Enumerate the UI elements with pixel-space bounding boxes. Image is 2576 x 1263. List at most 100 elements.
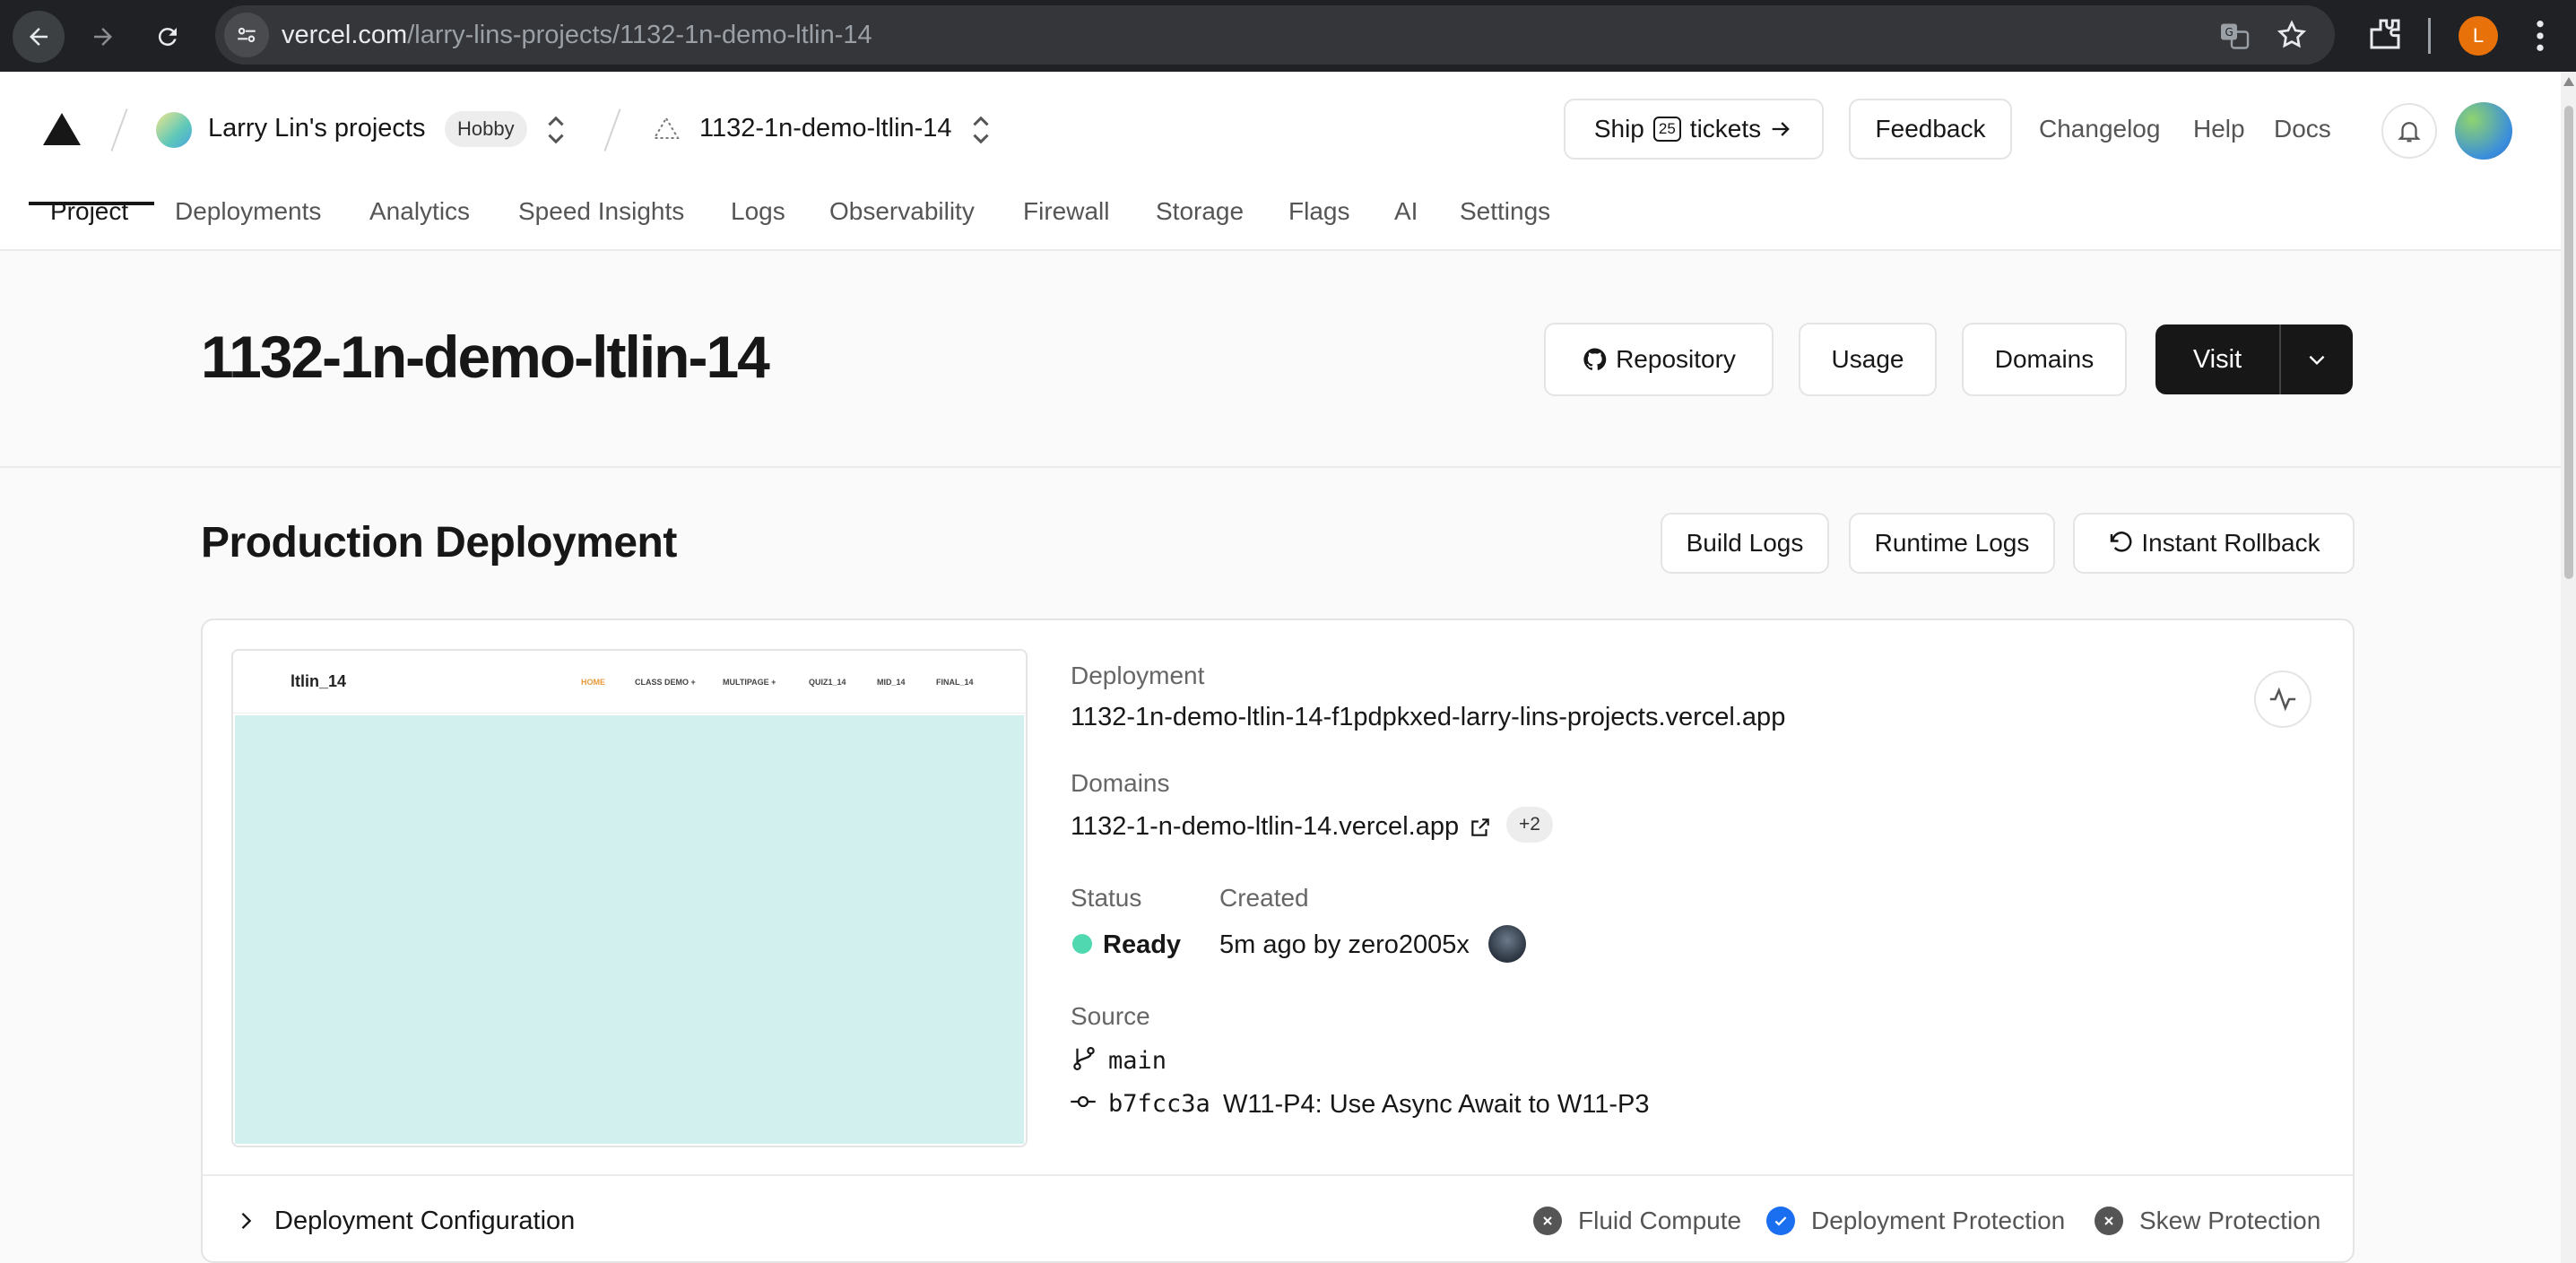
project-switcher-icon[interactable] [970,115,992,145]
visit-dropdown-button[interactable] [2281,324,2353,394]
activity-icon [2269,687,2296,712]
status-value: Ready [1103,930,1182,959]
tab-flags[interactable]: Flags [1288,197,1349,226]
deployment-card: ltlin_14 HOME CLASS DEMO + MULTIPAGE + Q… [201,619,2355,1263]
feature-deployment-protection: Deployment Protection [1811,1207,2066,1234]
scroll-up-arrow-icon[interactable] [2563,77,2574,86]
chevron-down-icon [2309,355,2325,366]
created-label: Created [1219,884,1309,912]
browser-menu-icon[interactable] [2536,18,2545,54]
external-link-icon[interactable] [1469,816,1492,839]
tab-deployments[interactable]: Deployments [175,197,321,226]
user-avatar[interactable] [2455,102,2512,160]
rollback-label: Instant Rollback [2141,529,2320,557]
usage-button[interactable]: Usage [1799,323,1937,396]
project-header: 1132-1n-demo-ltlin-14 Repository Usage D… [0,253,2561,468]
address-bar[interactable]: vercel.com/larry-lins-projects/1132-1n-d… [215,5,2335,65]
chevron-right-icon[interactable] [233,1207,258,1235]
extensions-icon[interactable] [2367,16,2403,52]
translate-icon[interactable]: G [2218,20,2251,52]
instant-rollback-button[interactable]: Instant Rollback [2073,513,2355,574]
arrow-left-icon [30,28,48,46]
ship-count-badge: 25 [1652,117,1681,142]
plan-badge: Hobby [445,111,527,147]
tab-observability[interactable]: Observability [829,197,975,226]
domains-button[interactable]: Domains [1962,323,2127,396]
feature-skew-protection: Skew Protection [2139,1207,2321,1234]
toolbar-divider [2428,18,2431,54]
preview-nav-link: HOME [581,678,605,687]
repository-label: Repository [1616,345,1736,373]
git-commit-icon [1069,1088,1097,1115]
preview-nav-link: MID_14 [877,678,906,687]
back-button[interactable] [13,11,65,63]
tab-logs[interactable]: Logs [731,197,785,226]
profile-avatar[interactable]: L [2459,16,2498,56]
reload-icon [158,28,177,47]
config-label[interactable]: Deployment Configuration [274,1207,575,1236]
branch-name[interactable]: main [1108,1047,1167,1075]
project-triangle-icon [653,117,680,140]
feature-fluid-compute: Fluid Compute [1578,1207,1742,1234]
tab-storage[interactable]: Storage [1156,197,1244,226]
bell-icon [2398,122,2421,143]
preview-nav-link: QUIZ1_14 [809,678,846,687]
arrow-right-icon [1772,122,1790,136]
rollback-icon [2111,532,2132,552]
more-domains-badge[interactable]: +2 [1506,807,1553,843]
scope-name[interactable]: Larry Lin's projects [208,114,425,143]
preview-navbar: ltlin_14 HOME CLASS DEMO + MULTIPAGE + Q… [233,651,1026,714]
breadcrumb-separator [110,108,128,151]
active-tab-indicator [29,202,154,205]
tab-firewall[interactable]: Firewall [1023,197,1109,226]
github-icon [1583,348,1607,370]
changelog-link[interactable]: Changelog [2039,115,2160,143]
visit-button-group: Visit [2155,324,2353,394]
deployment-url[interactable]: 1132-1n-demo-ltlin-14-f1pdpkxed-larry-li… [1071,703,1785,732]
browser-toolbar: vercel.com/larry-lins-projects/1132-1n-d… [0,0,2576,72]
commit-sha[interactable]: b7fcc3a [1108,1090,1210,1118]
observability-button[interactable] [2254,670,2311,728]
url-text: vercel.com/larry-lins-projects/1132-1n-d… [282,21,872,49]
notifications-button[interactable] [2381,103,2437,159]
ship-tickets-button[interactable]: Ship 25 tickets [1564,99,1824,160]
forward-button[interactable] [77,11,129,63]
reload-button[interactable] [142,11,194,63]
tab-speed-insights[interactable]: Speed Insights [518,197,684,226]
feedback-button[interactable]: Feedback [1849,99,2012,160]
scope-avatar[interactable] [156,112,192,148]
vercel-logo-icon[interactable] [43,113,81,145]
deployment-preview[interactable]: ltlin_14 HOME CLASS DEMO + MULTIPAGE + Q… [231,649,1028,1147]
repository-button[interactable]: Repository [1544,323,1774,396]
scope-switcher-icon[interactable] [545,115,567,145]
status-dot [1072,934,1092,954]
creator-avatar[interactable] [1488,925,1526,963]
tab-ai[interactable]: AI [1394,197,1418,226]
domain-link[interactable]: 1132-1-n-demo-ltlin-14.vercel.app [1071,812,1459,842]
git-branch-icon [1071,1045,1097,1072]
ship-label: Ship [1593,115,1644,143]
scrollbar-thumb[interactable] [2564,106,2573,579]
created-value: 5m ago by zero2005x [1219,930,1470,959]
preview-nav-link: FINAL_14 [936,678,974,687]
domains-label: Domains [1071,769,1170,797]
commit-message[interactable]: W11-P4: Use Async Await to W11-P3 [1223,1090,1649,1120]
preview-body [235,715,1024,1144]
tab-analytics[interactable]: Analytics [369,197,470,226]
site-info-icon[interactable] [224,13,269,57]
deployment-configuration-row[interactable]: Deployment Configuration Fluid Compute D… [203,1174,2353,1263]
help-link[interactable]: Help [2193,115,2245,143]
arrow-right-icon [94,28,112,46]
svg-text:G: G [2225,26,2233,39]
disabled-x-icon [2095,1207,2123,1235]
breadcrumb-separator [603,108,621,151]
runtime-logs-button[interactable]: Runtime Logs [1849,513,2055,574]
project-title: 1132-1n-demo-ltlin-14 [201,324,770,390]
visit-button[interactable]: Visit [2155,324,2279,394]
bookmark-star-icon[interactable] [2276,19,2308,51]
build-logs-button[interactable]: Build Logs [1661,513,1829,574]
project-name[interactable]: 1132-1n-demo-ltlin-14 [699,114,952,143]
preview-nav-link: CLASS DEMO + [635,678,696,687]
docs-link[interactable]: Docs [2274,115,2331,143]
tab-settings[interactable]: Settings [1460,197,1550,226]
